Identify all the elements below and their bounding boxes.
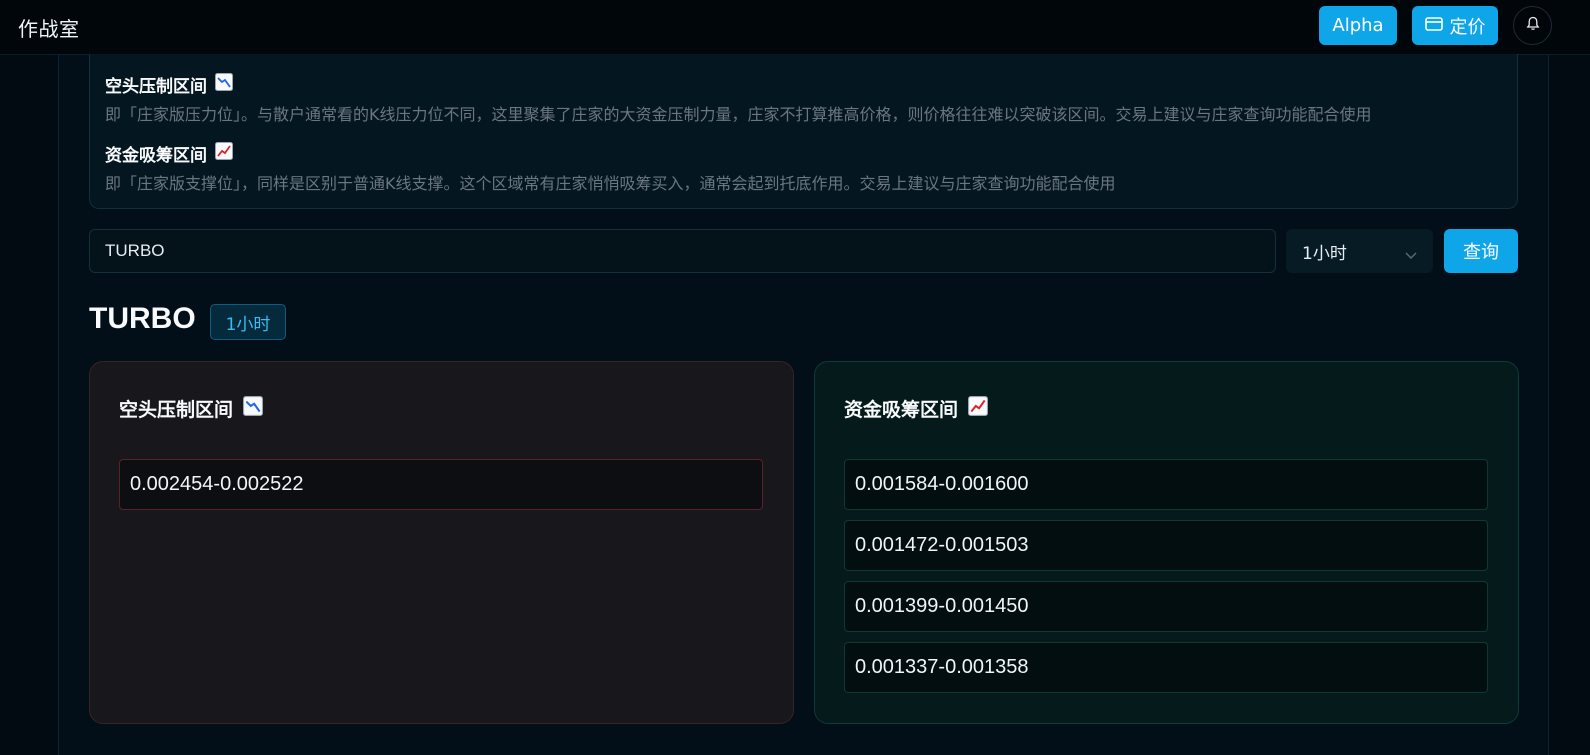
left-rail [58,55,59,755]
short-card-heading: 空头压制区间 [119,395,264,422]
info-long-title: 资金吸筹区间 [105,146,207,166]
pricing-label: 定价 [1449,16,1486,38]
symbol-input[interactable] [89,229,1276,273]
info-short-desc: 即「庄家版压力位」。与散户通常看的K线压力位不同，这里聚集了庄家的大资金压制力量… [105,105,1372,124]
chart-increasing-icon [215,142,233,165]
right-rail [1548,55,1549,755]
long-card-title: 资金吸筹区间 [844,399,959,421]
scrollbar[interactable] [1563,55,1571,755]
info-short-heading: 空头压制区间 [105,72,233,97]
pricing-button[interactable]: 定价 [1412,6,1498,45]
long-card-heading: 资金吸筹区间 [844,395,989,422]
alpha-label: Alpha [1332,15,1384,36]
interval-select[interactable]: 1小时 [1286,229,1433,273]
notification-button[interactable] [1513,6,1552,45]
bell-icon [1526,16,1540,35]
info-short-title: 空头压制区间 [105,77,207,97]
credit-card-icon [1424,15,1443,36]
result-symbol: TURBO [89,302,196,335]
short-range-item: 0.002454-0.002522 [119,459,763,510]
interval-select-value: 1小时 [1302,243,1347,264]
query-button[interactable]: 查询 [1444,229,1518,273]
chart-increasing-icon [968,396,989,421]
chart-decreasing-icon [215,73,233,96]
app-title: 作战室 [18,17,80,41]
short-zone-card: 空头压制区间 0.002454-0.002522 [89,361,794,724]
info-long-desc: 即「庄家版支撑位」，同样是区别于普通K线支撑。这个区域常有庄家悄悄吸筹买入，通常… [105,174,1116,193]
chevron-down-icon [1405,245,1417,265]
long-range-item: 0.001584-0.001600 [844,459,1488,510]
short-card-title: 空头压制区间 [119,399,234,421]
chart-decreasing-icon [243,396,264,421]
alpha-button[interactable]: Alpha [1319,6,1397,45]
long-zone-card: 资金吸筹区间 0.001584-0.001600 0.001472-0.0015… [814,361,1519,724]
long-range-item: 0.001337-0.001358 [844,642,1488,693]
long-range-item: 0.001472-0.001503 [844,520,1488,571]
info-panel: 空头压制区间 即「庄家版压力位」。与散户通常看的K线压力位不同，这里聚集了庄家的… [89,54,1518,209]
top-bar: 作战室 Alpha 定价 [0,0,1590,55]
interval-badge: 1小时 [210,304,286,340]
info-long-heading: 资金吸筹区间 [105,141,233,166]
long-range-item: 0.001399-0.001450 [844,581,1488,632]
query-label: 查询 [1463,242,1499,263]
